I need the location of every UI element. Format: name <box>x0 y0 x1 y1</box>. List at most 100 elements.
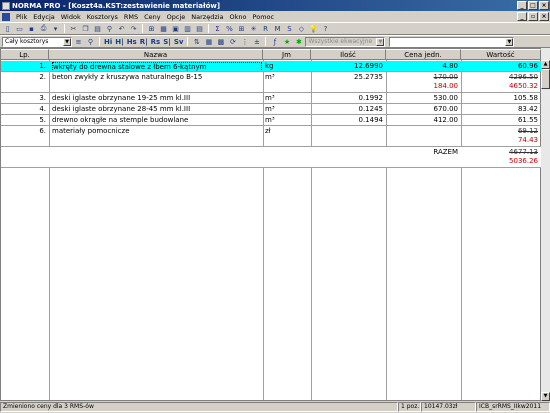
tool-rbar[interactable]: R| <box>139 38 149 46</box>
header-lp[interactable]: Lp. <box>1 49 49 60</box>
document-icon[interactable] <box>2 12 10 21</box>
total-label: RAZEM <box>433 148 458 156</box>
table-row[interactable]: 3. deski iglaste obrzynane 19-25 mm kl.I… <box>1 93 542 103</box>
menu-okno[interactable]: Okno <box>227 12 250 22</box>
header-ilosc[interactable]: Ilość <box>311 49 386 60</box>
r-icon[interactable]: R <box>260 24 271 34</box>
cell-ilosc: 0.1992 <box>358 94 384 102</box>
sum-icon[interactable]: Σ <box>212 24 223 34</box>
print-icon[interactable]: ⎙ <box>38 24 49 34</box>
header-wartosc[interactable]: Wartość <box>461 49 541 60</box>
menu-kosztorys[interactable]: Kosztorys <box>84 12 121 22</box>
star-green-icon[interactable]: ★ <box>281 37 292 47</box>
maximize-button[interactable]: □ <box>528 1 538 10</box>
cut-icon[interactable]: ✂ <box>68 24 79 34</box>
cell-lp: 2. <box>39 73 46 81</box>
header-jm[interactable]: Jm <box>263 49 311 60</box>
scroll-down-button[interactable]: ▼ <box>541 392 550 401</box>
undo-icon[interactable]: ↶ <box>116 24 127 34</box>
structure-icon[interactable]: ⊞ <box>146 24 157 34</box>
total-new: 5036.26 <box>509 157 538 165</box>
cell-nazwa: materiały pomocnicze <box>52 127 130 135</box>
tool-sv[interactable]: Sv <box>173 38 185 46</box>
fx-icon[interactable]: ƒ <box>269 37 280 47</box>
catalog-icon[interactable]: ▦ <box>158 24 169 34</box>
table-row[interactable]: 2. beton zwykły z kruszywa naturalnego B… <box>1 72 542 92</box>
cell-lp: 1. <box>39 62 46 70</box>
minimize-button[interactable]: _ <box>517 1 527 10</box>
menu-opcje[interactable]: Opcje <box>164 12 189 22</box>
header-cena[interactable]: Cena jedn. <box>386 49 461 60</box>
filter-combo[interactable]: Wszystkie ekwacyjne ▼ <box>305 36 386 47</box>
scroll-thumb[interactable] <box>541 69 550 89</box>
chart-icon[interactable]: ▥ <box>182 24 193 34</box>
scroll-up-button[interactable]: ▲ <box>541 60 550 69</box>
table-row[interactable]: 4. deski iglaste obrzynane 28-45 mm kl.I… <box>1 104 542 114</box>
menu-plik[interactable]: Plik <box>13 12 30 22</box>
redo-icon[interactable]: ↷ <box>128 24 139 34</box>
m-icon[interactable]: M <box>272 24 283 34</box>
cell-ilosc: 25.2735 <box>354 73 383 81</box>
table-row[interactable]: 1. wkręty do drewna stalowe z łbem 6-kąt… <box>1 61 542 72</box>
find-icon[interactable]: ⚲ <box>104 24 115 34</box>
cell-wartosc-old: 4296.50 <box>509 73 538 81</box>
empty-combo[interactable]: ▼ <box>389 36 515 47</box>
vertical-scrollbar[interactable]: ▲ ▼ <box>541 48 550 401</box>
save-icon[interactable]: ▪ <box>26 24 37 34</box>
cell-cena: 530.00 <box>433 94 459 102</box>
status-message: Zmieniono ceny dla 3 RMS-ów <box>0 402 398 412</box>
copy-icon[interactable]: ❐ <box>80 24 91 34</box>
decimal-icon[interactable]: ± <box>251 37 262 47</box>
table-row[interactable]: 6. materiały pomocnicze zł 69.12 74.43 <box>1 126 542 146</box>
menu-edycja[interactable]: Edycja <box>30 12 57 22</box>
menu-pomoc[interactable]: Pomoc <box>250 12 278 22</box>
zoom-icon[interactable]: ⚲ <box>85 37 96 47</box>
mdi-restore-button[interactable]: ▫ <box>528 12 538 21</box>
star-icon[interactable]: ✱ <box>293 37 304 47</box>
window-title: NORMA PRO - [Koszt4a.KST:zestawienie mat… <box>12 1 221 10</box>
menu-narzedzia[interactable]: Narzędzia <box>188 12 226 22</box>
new-file-icon[interactable]: ▯ <box>2 24 13 34</box>
filter-icon[interactable]: ▩ <box>215 37 226 47</box>
cell-nazwa: deski iglaste obrzynane 28-45 mm kl.III <box>52 105 191 113</box>
diamond-icon[interactable]: ◇ <box>296 24 307 34</box>
tool-hi[interactable]: Hi <box>103 38 113 46</box>
menu-rms[interactable]: RMS <box>121 12 141 22</box>
tool-sbar[interactable]: S| <box>162 38 172 46</box>
refresh-icon[interactable]: ⟳ <box>227 37 238 47</box>
cell-jm: m³ <box>265 94 275 102</box>
grid-icon[interactable]: ⊞ <box>236 24 247 34</box>
header-nazwa[interactable]: Nazwa <box>49 49 263 60</box>
mdi-close-button[interactable]: × <box>539 12 549 21</box>
cell-cena: 670.00 <box>433 105 459 113</box>
tool-hs[interactable]: Hs <box>126 38 138 46</box>
table-icon[interactable]: ▤ <box>194 24 205 34</box>
menu-widok[interactable]: Widok <box>58 12 84 22</box>
mdi-minimize-button[interactable]: _ <box>517 12 527 21</box>
calc-icon[interactable]: ▣ <box>170 24 181 34</box>
insert-icon[interactable]: ✳ <box>248 24 259 34</box>
menu-ceny[interactable]: Ceny <box>141 12 164 22</box>
secondary-toolbar: Cały kosztorys ▼ ≡ ⚲ Hi H| Hs R| Rs S| S… <box>0 35 550 48</box>
help-icon[interactable]: ? <box>320 24 331 34</box>
cell-jm: zł <box>265 127 271 135</box>
close-button[interactable]: × <box>539 1 549 10</box>
tool-rs[interactable]: Rs <box>150 38 162 46</box>
group-icon[interactable]: ▦ <box>203 37 214 47</box>
s-icon[interactable]: S <box>284 24 295 34</box>
open-folder-icon[interactable]: ▭ <box>14 24 25 34</box>
percent-icon[interactable]: % <box>224 24 235 34</box>
cell-wartosc-old: 69.12 <box>517 127 538 135</box>
table-row[interactable]: 5. drewno okrągłe na stemple budowlane m… <box>1 115 542 125</box>
cell-cena-old: 170.00 <box>433 73 459 81</box>
preview-icon[interactable]: ▾ <box>50 24 61 34</box>
tip-icon[interactable]: 💡 <box>308 24 319 34</box>
indent-icon[interactable]: ⋮ <box>239 37 250 47</box>
cell-nazwa: drewno okrągłe na stemple budowlane <box>52 116 189 124</box>
tool-hbar[interactable]: H| <box>114 38 124 46</box>
main-toolbar: ▯ ▭ ▪ ⎙ ▾ ✂ ❐ ▤ ⚲ ↶ ↷ ⊞ ▦ ▣ ▥ ▤ Σ % ⊞ ✳ … <box>0 22 550 35</box>
scope-combo[interactable]: Cały kosztorys ▼ <box>2 36 72 47</box>
paste-icon[interactable]: ▤ <box>92 24 103 34</box>
list-icon[interactable]: ≡ <box>73 37 84 47</box>
sort-icon[interactable]: ⇅ <box>191 37 202 47</box>
